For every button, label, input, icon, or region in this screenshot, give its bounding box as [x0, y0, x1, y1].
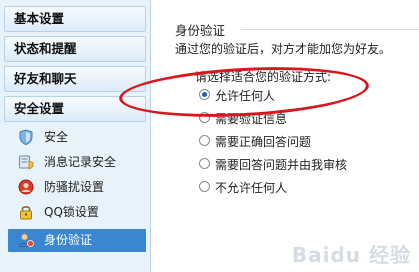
radio-button[interactable]	[199, 181, 210, 192]
option-label: 不允许任何人	[215, 181, 288, 195]
sidebar-item-anti-harassment[interactable]: 防骚扰设置	[8, 176, 146, 198]
message-record-icon	[19, 155, 34, 170]
section-divider	[241, 29, 419, 30]
sidebar-item-qq-lock[interactable]: QQ锁设置	[8, 201, 146, 223]
sidebar-item-message-record-security[interactable]: 消息记录安全	[8, 151, 146, 173]
sidebar-item-label: 身份验证	[44, 233, 93, 247]
option-label: 需要正确回答问题	[215, 135, 312, 149]
sidebar-item-label: 防骚扰设置	[44, 180, 105, 194]
watermark: Baidu 经验	[291, 243, 411, 267]
anti-harass-icon	[18, 179, 34, 195]
settings-sidebar: 基本设置 状态和提醒 好友和聊天 安全设置 安全 消息记录安全 防骚扰设置 QQ…	[0, 0, 151, 272]
option-label: 需要回答问题并由我审核	[215, 158, 348, 172]
sidebar-item-security[interactable]: 安全	[8, 126, 146, 148]
sidebar-item-identity-verification[interactable]: 身份验证	[8, 229, 146, 252]
identity-verification-panel: 身份验证 通过您的验证后，对方才能加您为好友。 请选择适合您的验证方式: 允许任…	[151, 0, 419, 272]
sidebar-item-label: 安全	[44, 130, 69, 144]
sidebar-item-label: QQ锁设置	[44, 205, 99, 219]
section-description: 通过您的验证后，对方才能加您为好友。	[175, 42, 392, 56]
radio-button[interactable]	[199, 135, 210, 146]
lock-icon	[20, 206, 32, 220]
category-status-reminders[interactable]: 状态和提醒	[4, 36, 146, 62]
shield-icon	[19, 129, 33, 145]
sidebar-item-label: 消息记录安全	[44, 155, 117, 169]
user-verify-icon	[19, 233, 34, 247]
category-basic-settings[interactable]: 基本设置	[4, 6, 146, 32]
radio-button[interactable]	[199, 158, 210, 169]
category-friends-chat[interactable]: 好友和聊天	[4, 66, 146, 92]
section-title: 身份验证	[175, 23, 226, 38]
